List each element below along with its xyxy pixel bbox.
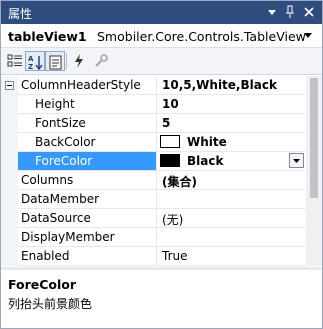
value-dropdown-button[interactable] [289,153,304,168]
row-gutter [1,209,18,228]
property-value-cell[interactable]: 10 [157,95,306,114]
auto-hide-pin-icon[interactable] [282,3,298,21]
categorized-icon [7,54,22,67]
property-name: DataMember [21,192,100,206]
property-row-forecolor[interactable]: ForeColor Black [1,152,306,171]
toolbar-separator [66,53,67,69]
property-name-cell[interactable]: ForeColor [18,152,157,171]
property-value-cell[interactable] [157,228,306,247]
property-value-cell[interactable]: (无) [157,209,306,228]
window-title: 属性 [8,7,33,21]
window-position-dropdown-icon[interactable] [264,3,280,21]
property-row-columnheaderstyle[interactable]: ColumnHeaderStyle 10,5,White,Black [1,76,306,95]
property-name-cell[interactable]: BackColor [18,133,157,152]
property-row-height[interactable]: Height 10 [1,95,306,114]
property-value-cell[interactable]: (集合) [157,171,306,190]
events-lightning-icon [75,54,83,68]
property-value: True [162,249,188,263]
property-name: BackColor [35,135,96,149]
property-name: DataSource [21,211,91,225]
property-value: (集合) [162,175,197,189]
alphabetical-button[interactable]: A Z [25,51,45,71]
property-value-cell[interactable]: White [157,133,306,152]
property-value: Black [187,154,224,168]
property-row-displaymember[interactable]: DisplayMember [1,228,306,247]
property-name-cell[interactable]: DataSource [18,209,157,228]
description-title: ForeColor [8,277,77,292]
properties-window: 属性 tableView1 Smobiler.Core.Controls.Tab… [0,0,323,329]
property-row-fontsize[interactable]: FontSize 5 [1,114,306,133]
property-grid: ColumnHeaderStyle 10,5,White,Black Heigh… [1,76,306,266]
row-gutter [1,114,18,133]
properties-page-icon [49,55,62,70]
property-name: Columns [21,173,74,187]
selected-object-name: tableView1 [8,29,87,44]
property-value: 5 [162,116,171,130]
color-swatch [160,154,180,167]
property-name-cell[interactable]: Columns [18,171,157,190]
property-name: ForeColor [35,154,93,168]
property-row-enabled[interactable]: Enabled True [1,247,306,266]
property-value-cell[interactable]: 5 [157,114,306,133]
property-name-cell[interactable]: FontSize [18,114,157,133]
svg-text:Z: Z [28,63,33,70]
property-value: (无) [162,213,184,227]
categorized-button[interactable] [5,51,25,71]
properties-titlebar: 属性 [1,1,322,24]
row-gutter [1,228,18,247]
object-selector[interactable]: tableView1 Smobiler.Core.Controls.TableV… [1,25,322,48]
row-gutter [1,171,18,190]
properties-toolbar: A Z [1,48,322,75]
properties-button[interactable] [45,51,65,71]
property-name-cell[interactable]: DataMember [18,190,157,209]
alphabetical-sort-icon: A Z [28,55,43,70]
property-row-datamember[interactable]: DataMember [1,190,306,209]
property-value-cell[interactable] [157,190,306,209]
property-name-cell[interactable]: Height [18,95,157,114]
description-text: 列抬头前景颜色 [8,297,93,311]
color-swatch [160,135,180,148]
row-gutter [1,76,18,95]
selected-object-type: Smobiler.Core.Controls.TableView [97,29,306,44]
row-gutter [1,152,18,171]
property-pages-button[interactable] [91,51,111,71]
property-name-cell[interactable]: DisplayMember [18,228,157,247]
row-gutter [1,133,18,152]
property-row-backcolor[interactable]: BackColor White [1,133,306,152]
property-value-cell[interactable]: True [157,247,306,266]
events-button[interactable] [69,51,89,71]
close-icon[interactable] [301,3,317,21]
property-pages-wrench-icon [95,54,108,67]
svg-text:A: A [28,55,34,63]
row-gutter [1,95,18,114]
property-row-datasource[interactable]: DataSource (无) [1,209,306,228]
chevron-down-icon[interactable] [302,29,314,41]
row-gutter [1,247,18,266]
property-name: Enabled [21,249,70,263]
description-panel: ForeColor 列抬头前景颜色 [1,270,322,328]
chevron-down-icon [293,159,300,163]
property-name: FontSize [35,116,86,130]
property-name: Height [35,97,75,111]
property-name-cell[interactable]: Enabled [18,247,157,266]
property-value: 10 [162,97,179,111]
property-name-cell[interactable]: ColumnHeaderStyle [18,76,157,95]
property-name: ColumnHeaderStyle [21,78,141,92]
collapse-icon[interactable] [5,81,14,90]
vertical-scrollbar[interactable] [306,76,322,266]
property-row-columns[interactable]: Columns (集合) [1,171,306,190]
property-value-cell[interactable]: 10,5,White,Black [157,76,306,95]
property-value: White [187,135,227,149]
property-value-cell[interactable]: Black [157,152,306,171]
scrollbar-thumb[interactable] [310,78,318,198]
property-value: 10,5,White,Black [162,78,277,92]
row-gutter [1,190,18,209]
property-name: DisplayMember [21,230,115,244]
